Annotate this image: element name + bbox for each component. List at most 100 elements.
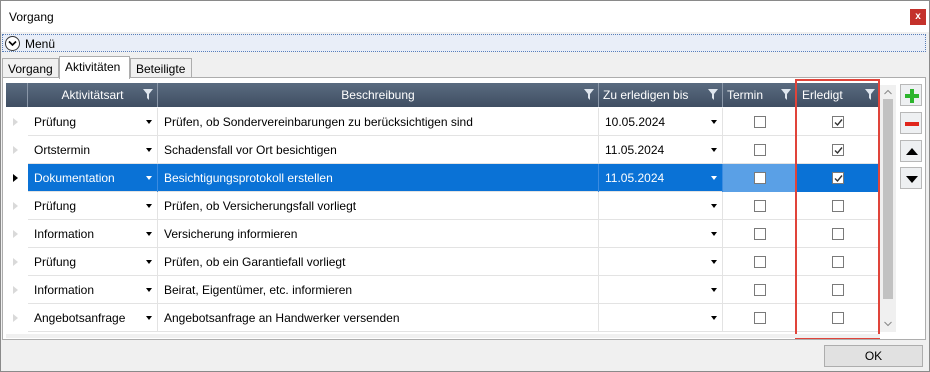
dropdown-arrow-icon[interactable] (711, 316, 717, 320)
zu-erledigen-bis-cell[interactable]: 10.05.2024 (599, 108, 723, 136)
termin-checkbox[interactable] (754, 144, 766, 156)
scrollbar-thumb[interactable] (883, 99, 893, 299)
zu-erledigen-bis-cell[interactable]: 11.05.2024 (599, 164, 723, 192)
remove-activity-button[interactable] (900, 112, 922, 134)
table-row[interactable]: Information Versicherung informieren (6, 220, 880, 248)
beschreibung-value: Besichtigungsprotokoll erstellen (164, 171, 333, 185)
table-row[interactable]: Dokumentation Besichtigungsprotokoll erst… (6, 164, 880, 192)
row-indicator[interactable] (6, 220, 28, 248)
table-row[interactable]: Prüfung Prüfen, ob Versicherungsfall vorl… (6, 192, 880, 220)
beschreibung-cell[interactable]: Versicherung informieren (158, 220, 599, 248)
dropdown-arrow-icon[interactable] (711, 120, 717, 124)
erledigt-column-highlight (795, 79, 880, 339)
termin-checkbox[interactable] (754, 116, 766, 128)
termin-checkbox[interactable] (754, 228, 766, 240)
aktivitaetsart-cell[interactable]: Angebotsanfrage (28, 304, 158, 332)
dropdown-arrow-icon[interactable] (146, 176, 152, 180)
tab-beteiligte[interactable]: Beteiligte (130, 58, 192, 78)
row-indicator[interactable] (6, 276, 28, 304)
expand-chevron-icon[interactable] (5, 36, 20, 51)
dropdown-arrow-icon[interactable] (711, 148, 717, 152)
termin-checkbox[interactable] (754, 200, 766, 212)
filter-icon[interactable] (708, 89, 718, 100)
table-row[interactable]: Prüfung Prüfen, ob Sondervereinbarungen z… (6, 108, 880, 136)
filter-icon[interactable] (584, 89, 594, 100)
zu-erledigen-bis-cell[interactable] (599, 304, 723, 332)
termin-cell (723, 276, 796, 304)
filter-icon[interactable] (143, 89, 153, 100)
row-indicator[interactable] (6, 192, 28, 220)
scroll-up-icon[interactable] (884, 89, 892, 95)
close-button[interactable]: x (910, 9, 926, 25)
tab-vorgang[interactable]: Vorgang (2, 58, 59, 78)
dropdown-arrow-icon[interactable] (146, 288, 152, 292)
beschreibung-value: Prüfen, ob Versicherungsfall vorliegt (164, 199, 357, 213)
beschreibung-cell[interactable]: Prüfen, ob Versicherungsfall vorliegt (158, 192, 599, 220)
dropdown-arrow-icon[interactable] (711, 260, 717, 264)
aktivitaetsart-cell[interactable]: Prüfung (28, 192, 158, 220)
aktivitaetsart-cell[interactable]: Information (28, 276, 158, 304)
row-indicator[interactable] (6, 108, 28, 136)
vertical-scrollbar[interactable] (880, 85, 896, 332)
aktivitaetsart-cell[interactable]: Ortstermin (28, 136, 158, 164)
dropdown-arrow-icon[interactable] (146, 204, 152, 208)
aktivitaetsart-cell[interactable]: Prüfung (28, 248, 158, 276)
horizontal-scrollbar[interactable] (6, 334, 880, 338)
beschreibung-cell[interactable]: Prüfen, ob Sondervereinbarungen zu berüc… (158, 108, 599, 136)
aktivitaetsart-value: Angebotsanfrage (34, 311, 126, 325)
table-row[interactable]: Angebotsanfrage Angebotsanfrage an Handwe… (6, 304, 880, 332)
zu-erledigen-bis-cell[interactable] (599, 220, 723, 248)
column-header-label: Zu erledigen bis (603, 88, 689, 102)
zu-erledigen-bis-cell[interactable] (599, 248, 723, 276)
add-activity-button[interactable] (900, 84, 922, 106)
dropdown-arrow-icon[interactable] (711, 288, 717, 292)
aktivitaetsart-cell[interactable]: Prüfung (28, 108, 158, 136)
termin-cell (723, 192, 796, 220)
table-row[interactable]: Information Beirat, Eigentümer, etc. info… (6, 276, 880, 304)
zu-erledigen-bis-cell[interactable] (599, 192, 723, 220)
termin-checkbox[interactable] (754, 256, 766, 268)
beschreibung-cell[interactable]: Beirat, Eigentümer, etc. informieren (158, 276, 599, 304)
tab-aktivitaeten[interactable]: Aktivitäten (59, 56, 130, 79)
ok-button[interactable]: OK (824, 345, 923, 367)
column-header-zu-erledigen-bis[interactable]: Zu erledigen bis (599, 83, 723, 107)
move-down-button[interactable] (900, 167, 922, 189)
dropdown-arrow-icon[interactable] (146, 260, 152, 264)
row-indicator[interactable] (6, 164, 28, 192)
row-pointer-icon (13, 286, 18, 294)
plus-icon (905, 89, 919, 103)
dropdown-arrow-icon[interactable] (146, 316, 152, 320)
row-indicator[interactable] (6, 248, 28, 276)
aktivitaetsart-value: Information (34, 283, 95, 297)
column-header-beschreibung[interactable]: Beschreibung (158, 83, 599, 107)
dropdown-arrow-icon[interactable] (146, 120, 152, 124)
menu-bar[interactable]: Menü (2, 34, 926, 52)
termin-checkbox[interactable] (754, 284, 766, 296)
termin-checkbox[interactable] (754, 172, 766, 184)
dropdown-arrow-icon[interactable] (146, 232, 152, 236)
row-indicator[interactable] (6, 304, 28, 332)
zu-erledigen-bis-cell[interactable] (599, 276, 723, 304)
beschreibung-cell[interactable]: Schadensfall vor Ort besichtigen (158, 136, 599, 164)
move-up-button[interactable] (900, 140, 922, 162)
row-pointer-icon (13, 230, 18, 238)
dropdown-arrow-icon[interactable] (711, 232, 717, 236)
beschreibung-cell[interactable]: Prüfen, ob ein Garantiefall vorliegt (158, 248, 599, 276)
beschreibung-cell[interactable]: Angebotsanfrage an Handwerker versenden (158, 304, 599, 332)
filter-icon[interactable] (781, 89, 791, 100)
dropdown-arrow-icon[interactable] (711, 176, 717, 180)
table-row[interactable]: Prüfung Prüfen, ob ein Garantiefall vorli… (6, 248, 880, 276)
beschreibung-cell[interactable]: Besichtigungsprotokoll erstellen (158, 164, 599, 192)
termin-checkbox[interactable] (754, 312, 766, 324)
aktivitaetsart-cell[interactable]: Information (28, 220, 158, 248)
scroll-down-icon[interactable] (884, 321, 892, 327)
column-header-aktivitaetsart[interactable]: Aktivitätsart (28, 83, 158, 107)
dropdown-arrow-icon[interactable] (146, 148, 152, 152)
aktivitaetsart-cell[interactable]: Dokumentation (28, 164, 158, 192)
row-indicator[interactable] (6, 136, 28, 164)
zu-erledigen-bis-cell[interactable]: 11.05.2024 (599, 136, 723, 164)
column-header-termin[interactable]: Termin (723, 83, 796, 107)
dropdown-arrow-icon[interactable] (711, 204, 717, 208)
table-row[interactable]: Ortstermin Schadensfall vor Ort besichtig… (6, 136, 880, 164)
menu-label: Menü (25, 37, 56, 51)
